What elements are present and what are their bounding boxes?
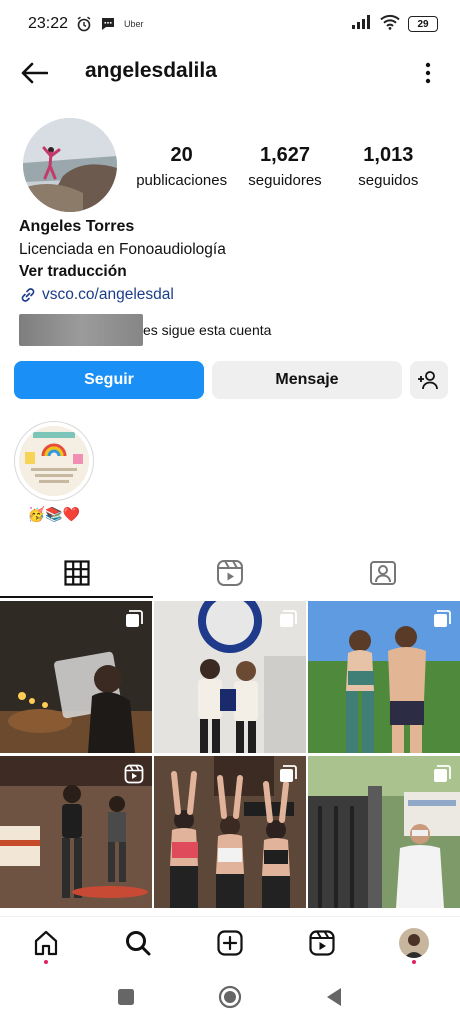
triangle-back-icon <box>327 988 341 1006</box>
signal-icon <box>352 14 372 34</box>
followed-by-text: es sigue esta cuenta <box>143 322 272 338</box>
more-options-button[interactable] <box>418 59 438 87</box>
notification-dot <box>44 960 48 964</box>
post-thumbnail[interactable] <box>154 756 306 908</box>
circle-icon <box>218 985 242 1009</box>
suggested-users-button[interactable] <box>410 361 448 399</box>
carousel-icon <box>434 610 451 627</box>
recent-apps-button[interactable] <box>114 985 138 1009</box>
post-thumbnail[interactable] <box>0 601 152 753</box>
back-button[interactable] <box>18 58 50 88</box>
post-thumbnail[interactable] <box>154 601 306 753</box>
search-icon <box>126 930 151 955</box>
post-thumbnail[interactable] <box>308 601 460 753</box>
home-icon <box>34 930 58 955</box>
profile-tabs <box>0 548 460 598</box>
carousel-icon <box>280 765 297 782</box>
profile-header: angelesdalila <box>0 50 460 96</box>
tab-tagged[interactable] <box>307 548 460 598</box>
more-vertical-icon <box>425 62 431 84</box>
message-button[interactable]: Mensaje <box>212 361 402 399</box>
stat-posts-label: publicaciones <box>136 172 228 189</box>
notification-dot <box>412 960 416 964</box>
grid-icon <box>64 560 90 586</box>
home-system-button[interactable] <box>218 985 242 1009</box>
nav-search[interactable] <box>92 917 184 968</box>
reels-icon <box>309 929 335 956</box>
stat-following-value: 1,013 <box>363 144 414 166</box>
see-translation-link[interactable]: Ver traducción <box>19 261 439 284</box>
tab-posts-grid[interactable] <box>0 548 154 598</box>
stat-followers-value: 1,627 <box>259 144 311 166</box>
nav-profile[interactable] <box>368 917 460 968</box>
battery-indicator: 29 <box>408 16 438 32</box>
posts-grid <box>0 601 460 908</box>
uber-notification-text: Uber <box>124 19 144 29</box>
stat-followers-label: seguidores <box>248 172 322 189</box>
message-notification-icon <box>100 16 116 32</box>
tagged-icon <box>370 561 397 585</box>
blurred-followers-avatars <box>19 314 143 346</box>
profile-avatar[interactable] <box>23 118 117 212</box>
link-icon <box>21 287 35 302</box>
stat-posts-value: 20 <box>170 144 193 166</box>
page-title: angelesdalila <box>85 59 217 82</box>
status-bar: 23:22 Uber 29 <box>0 0 460 48</box>
highlight-cover <box>19 426 89 496</box>
profile-name: Angeles Torres <box>19 218 135 235</box>
status-time: 23:22 <box>28 15 69 32</box>
post-thumbnail[interactable] <box>308 756 460 908</box>
wifi-icon <box>380 14 400 35</box>
profile-website-link[interactable]: vsco.co/angelesdal <box>19 284 439 307</box>
follow-button[interactable]: Seguir <box>14 361 204 399</box>
stat-followers[interactable]: 1,627 seguidores <box>233 143 336 191</box>
square-icon <box>118 989 134 1005</box>
profile-actions: Seguir Mensaje <box>14 361 448 399</box>
profile-bio: Angeles Torres Licenciada en Fonoaudiolo… <box>19 216 439 306</box>
post-thumbnail[interactable] <box>0 756 152 908</box>
reel-icon <box>124 764 144 784</box>
carousel-icon <box>126 610 143 627</box>
back-system-button[interactable] <box>322 985 346 1009</box>
reels-icon <box>216 560 243 586</box>
bottom-navigation <box>0 916 460 968</box>
add-user-icon <box>418 371 438 390</box>
profile-bio-text: Licenciada en Fonoaudiología <box>19 240 226 258</box>
create-icon <box>217 929 243 956</box>
followed-by-row[interactable]: es sigue esta cuenta <box>19 314 271 346</box>
system-navigation <box>0 974 460 1020</box>
profile-website-text: vsco.co/angelesdal <box>42 285 174 303</box>
alarm-icon <box>76 16 92 32</box>
nav-create[interactable] <box>184 917 276 968</box>
arrow-left-icon <box>21 62 48 84</box>
stat-posts[interactable]: 20 publicaciones <box>130 143 233 191</box>
story-highlight[interactable] <box>14 421 94 501</box>
highlight-cover-image <box>19 426 89 496</box>
stat-following-label: seguidos <box>358 172 419 189</box>
carousel-icon <box>280 610 297 627</box>
carousel-icon <box>434 765 451 782</box>
nav-home[interactable] <box>0 917 92 968</box>
highlight-label: 🥳📚❤️ <box>27 506 81 522</box>
avatar-photo <box>23 118 117 212</box>
stat-following[interactable]: 1,013 seguidos <box>337 143 440 191</box>
profile-avatar <box>399 927 429 958</box>
profile-stats: 20 publicaciones 1,627 seguidores 1,013 … <box>130 143 440 191</box>
tab-reels[interactable] <box>153 548 306 598</box>
nav-reels[interactable] <box>276 917 368 968</box>
